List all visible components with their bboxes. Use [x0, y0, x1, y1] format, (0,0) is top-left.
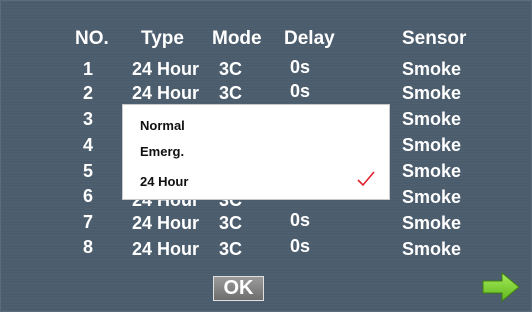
row-5-no: 5	[83, 161, 94, 181]
row-2-type[interactable]: 24 Hour	[132, 84, 199, 102]
row-8-no: 8	[83, 237, 94, 257]
right-arrow-icon[interactable]	[482, 272, 520, 302]
row-1-type[interactable]: 24 Hour	[132, 60, 199, 78]
row-3-sensor[interactable]: Smoke	[402, 110, 461, 128]
row-8-sensor[interactable]: Smoke	[402, 240, 461, 258]
row-2-mode[interactable]: 3C	[219, 84, 242, 102]
header-no: NO.	[75, 28, 109, 49]
row-1-no: 1	[83, 59, 94, 79]
row-1-delay[interactable]: 0s	[290, 58, 310, 76]
row-6-no: 6	[83, 186, 94, 206]
dropdown-option-normal[interactable]: Normal	[140, 118, 185, 133]
header-sensor: Sensor	[402, 28, 467, 49]
row-4-no: 4	[83, 135, 94, 155]
dropdown-option-24-hour[interactable]: 24 Hour	[140, 174, 188, 189]
row-8-mode[interactable]: 3C	[219, 240, 242, 258]
row-6-sensor[interactable]: Smoke	[402, 188, 461, 206]
row-2-sensor[interactable]: Smoke	[402, 84, 461, 102]
header-delay: Delay	[284, 28, 335, 49]
row-3-no: 3	[83, 109, 94, 129]
row-2-no: 2	[83, 83, 94, 103]
ok-button[interactable]: OK	[213, 276, 264, 301]
row-5-sensor[interactable]: Smoke	[402, 162, 461, 180]
row-7-sensor[interactable]: Smoke	[402, 214, 461, 232]
header-type: Type	[141, 28, 184, 49]
row-2-delay[interactable]: 0s	[290, 82, 310, 100]
row-7-type[interactable]: 24 Hour	[132, 214, 199, 232]
checkmark-icon	[357, 171, 375, 187]
row-7-delay[interactable]: 0s	[290, 211, 310, 229]
dropdown-option-emerg[interactable]: Emerg.	[140, 144, 184, 159]
row-1-mode[interactable]: 3C	[219, 60, 242, 78]
row-7-mode[interactable]: 3C	[219, 214, 242, 232]
row-7-no: 7	[83, 212, 94, 232]
sensor-settings-screen: NO. Type Mode Delay Sensor 1 24 Hour 3C …	[0, 0, 532, 312]
row-1-sensor[interactable]: Smoke	[402, 60, 461, 78]
row-4-sensor[interactable]: Smoke	[402, 136, 461, 154]
header-mode: Mode	[212, 28, 262, 49]
row-8-type[interactable]: 24 Hour	[132, 240, 199, 258]
row-8-delay[interactable]: 0s	[290, 237, 310, 255]
type-dropdown-popup: Normal Emerg. 24 Hour	[122, 104, 390, 200]
